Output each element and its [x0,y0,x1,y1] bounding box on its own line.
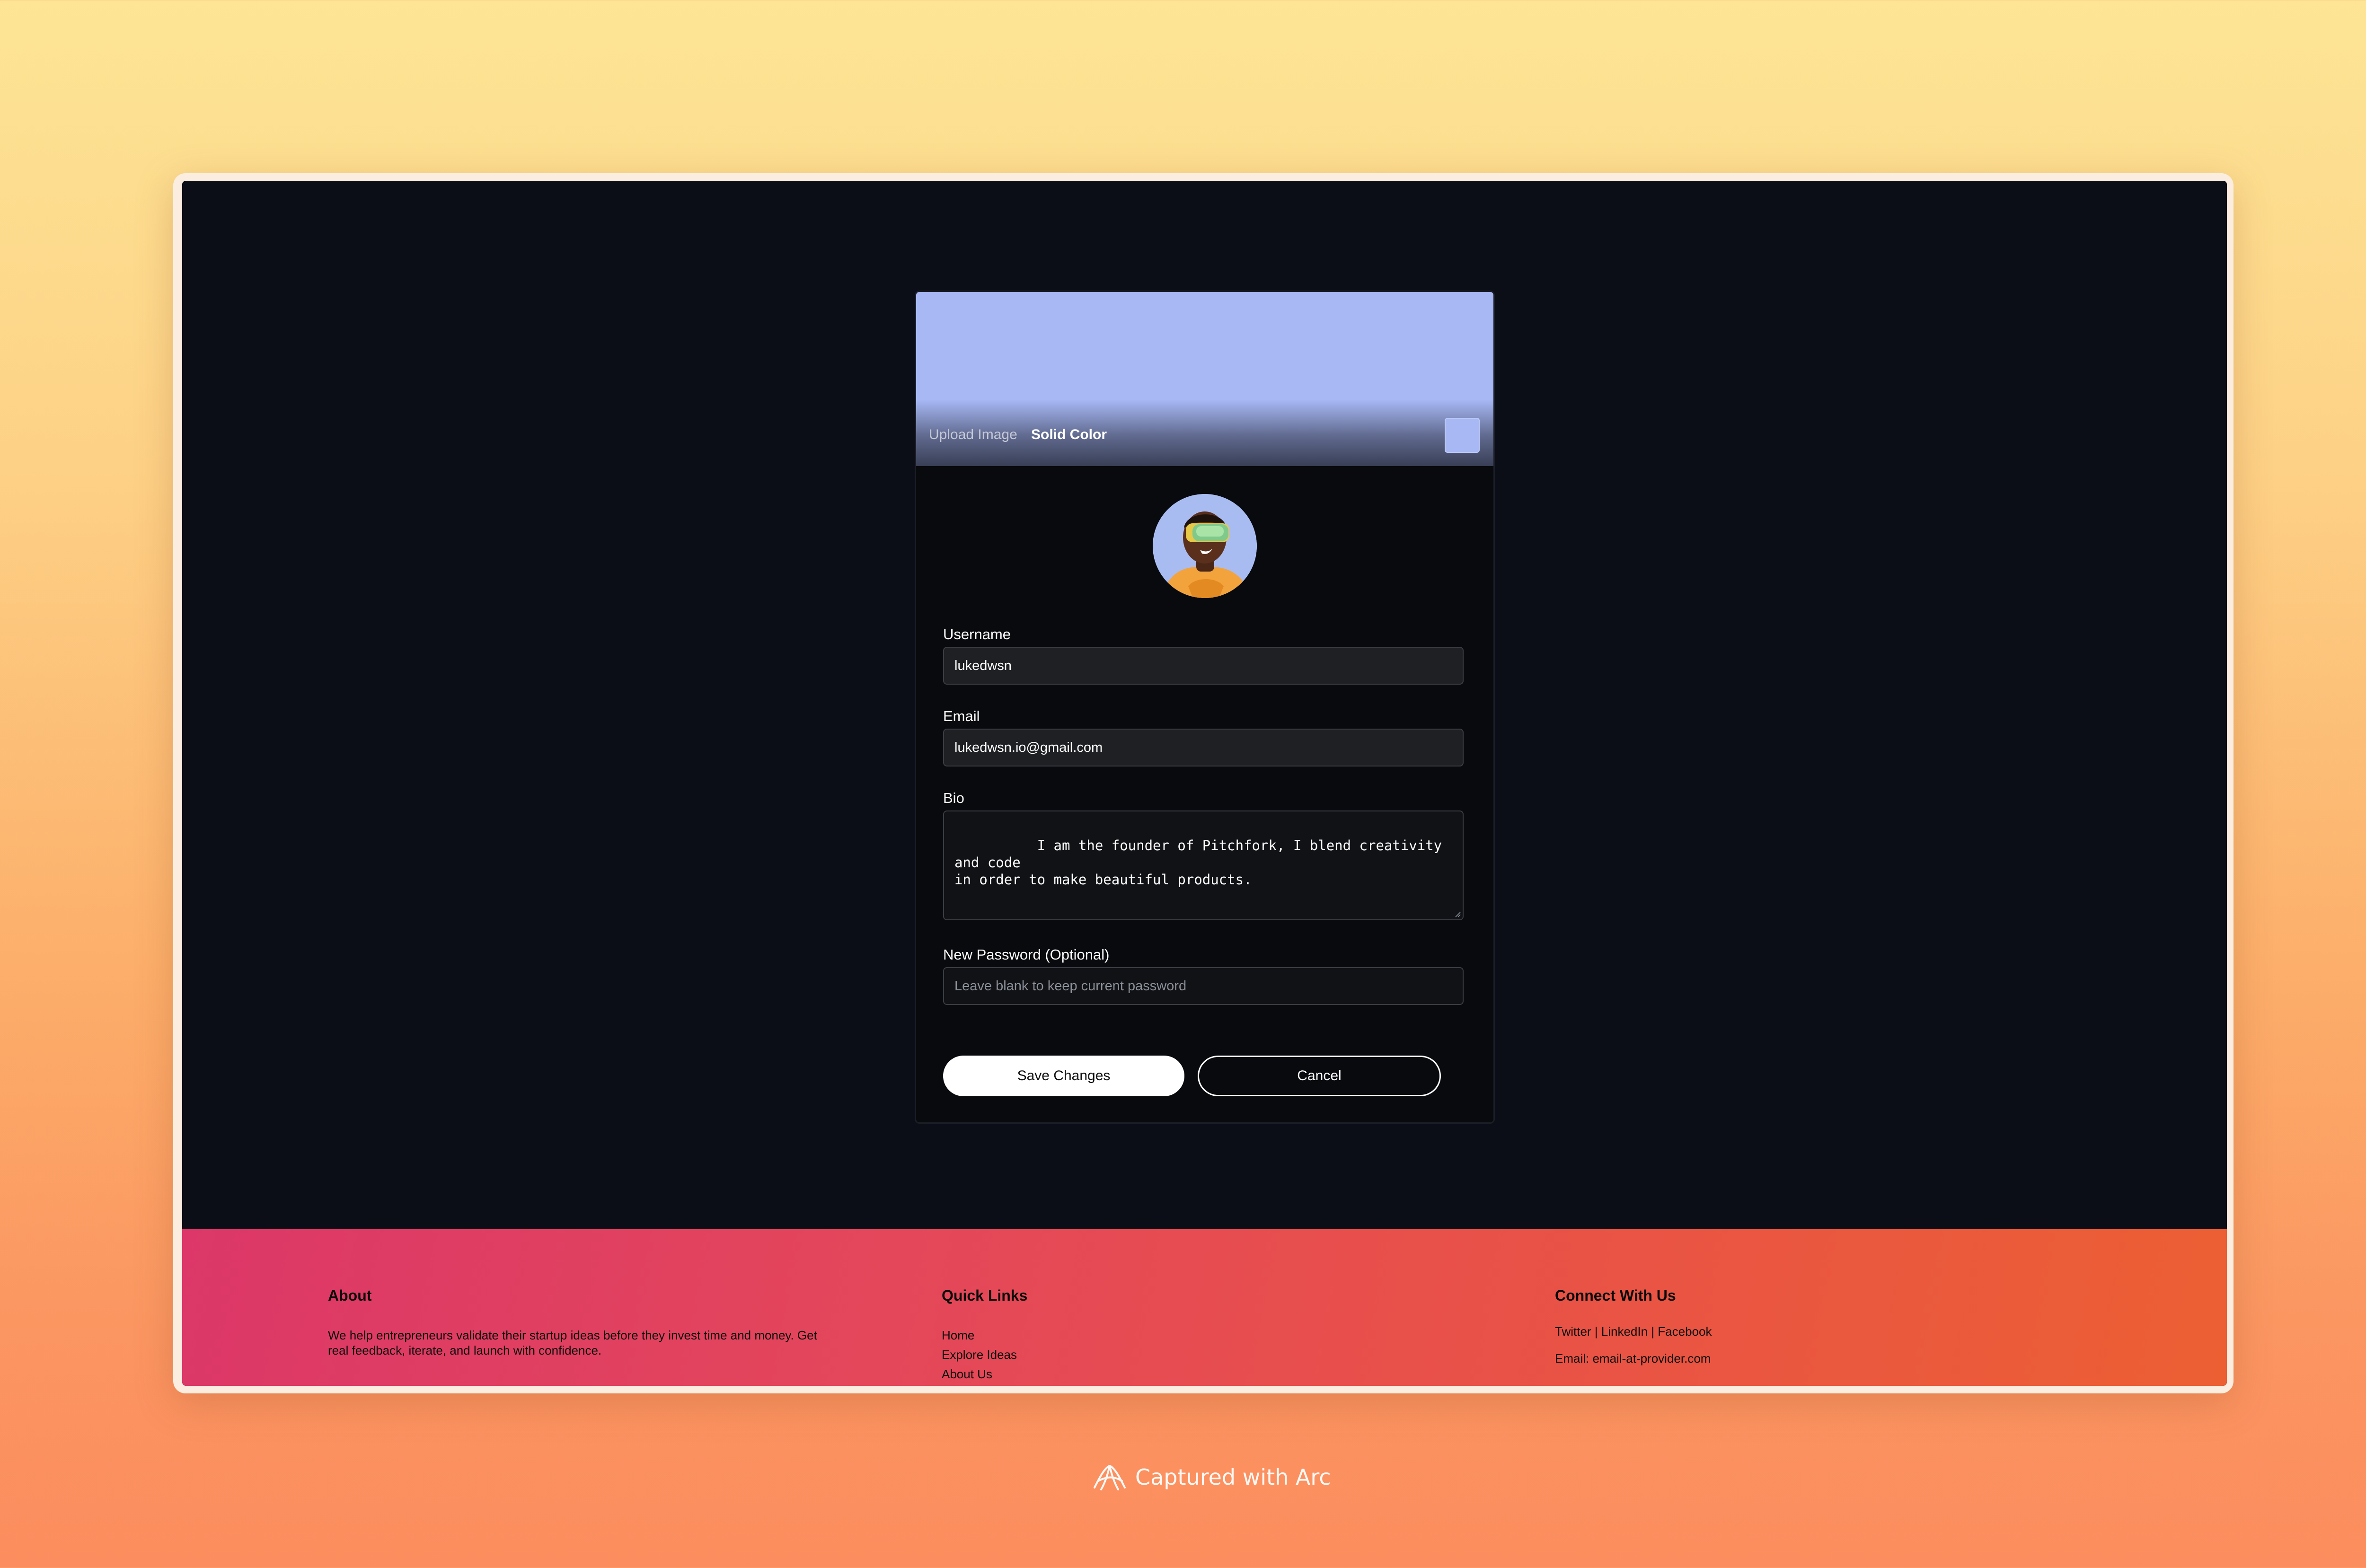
browser-window: Upload Image Solid Color Username lukedw… [182,181,2227,1386]
vr-headset-avatar-icon [1153,494,1257,598]
username-field[interactable]: lukedwsn [943,647,1464,685]
footer-connect-heading: Connect With Us [1555,1287,1676,1304]
bio-label: Bio [943,790,964,806]
bio-textarea[interactable]: I am the founder of Pitchfork, I blend c… [943,810,1464,920]
arc-watermark: Captured with Arc [1091,1462,1331,1492]
color-picker-swatch[interactable] [1445,418,1480,453]
arc-watermark-text: Captured with Arc [1135,1464,1331,1490]
browser-frame: Upload Image Solid Color Username lukedw… [173,173,2234,1393]
footer-link-explore-ideas[interactable]: Explore Ideas [942,1347,1017,1362]
footer-quick-links-heading: Quick Links [942,1287,1028,1304]
resize-handle-icon[interactable] [1454,911,1461,917]
footer-about-text-line2: real feedback, iterate, and launch with … [328,1343,602,1357]
password-field[interactable]: Leave blank to keep current password [943,967,1464,1005]
save-button[interactable]: Save Changes [943,1056,1184,1096]
footer-link-home[interactable]: Home [942,1328,974,1343]
footer-contact-email: Email: email-at-provider.com [1555,1351,1711,1365]
password-label: New Password (Optional) [943,946,1110,963]
tab-solid-color[interactable]: Solid Color [1031,427,1107,443]
footer-about-heading: About [328,1287,372,1304]
tab-upload-image[interactable]: Upload Image [929,427,1017,443]
avatar[interactable] [1153,494,1257,598]
username-label: Username [943,626,1011,643]
footer-social-links[interactable]: Twitter | LinkedIn | Facebook [1555,1324,1712,1339]
email-label: Email [943,708,980,724]
email-field[interactable]: lukedwsn.io@gmail.com [943,729,1464,766]
main-content: Upload Image Solid Color Username lukedw… [182,181,2227,1229]
footer-link-about-us[interactable]: About Us [942,1366,992,1382]
site-footer: About We help entrepreneurs validate the… [182,1229,2227,1386]
cancel-button[interactable]: Cancel [1198,1056,1441,1096]
profile-edit-card: Upload Image Solid Color Username lukedw… [915,291,1495,1124]
arc-logo-icon [1094,1465,1126,1490]
profile-banner: Upload Image Solid Color [916,292,1493,466]
bio-text: I am the founder of Pitchfork, I blend c… [954,837,1442,888]
footer-about-text-line1: We help entrepreneurs validate their sta… [328,1328,817,1342]
